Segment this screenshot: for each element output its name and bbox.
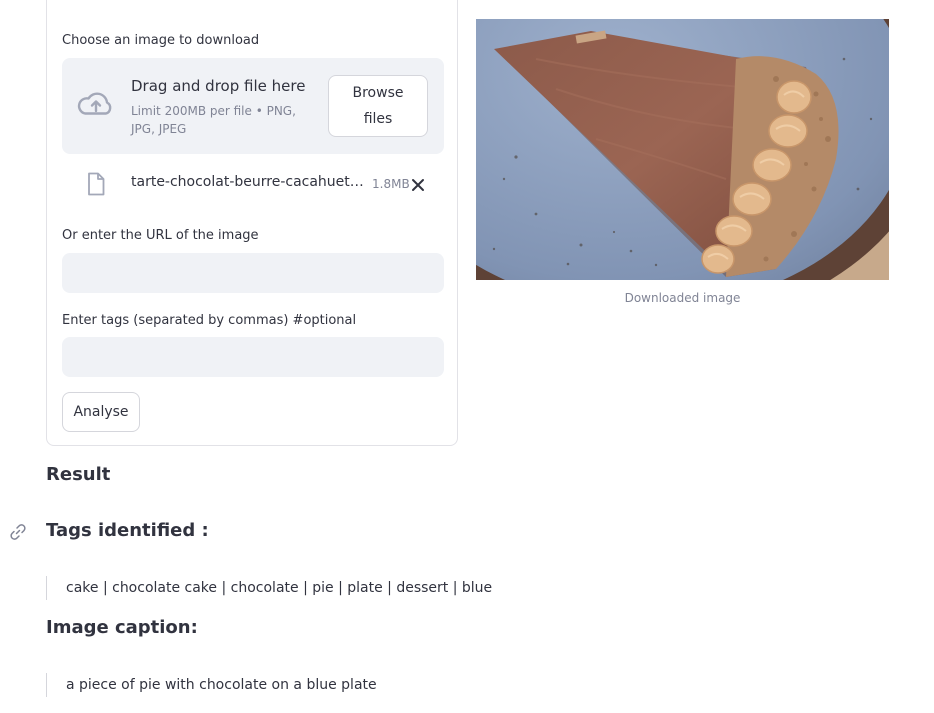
url-label: Or enter the URL of the image xyxy=(62,228,259,243)
uploaded-file-name: tarte-chocolat-beurre-cacahuete-recette.… xyxy=(131,174,367,190)
downloaded-image-graphic xyxy=(476,19,889,280)
link-icon[interactable] xyxy=(9,523,27,541)
file-icon xyxy=(88,172,105,196)
caption-result: a piece of pie with chocolate on a blue … xyxy=(46,673,377,697)
browse-files-button[interactable]: Browse files xyxy=(328,75,428,137)
uploaded-file-row: tarte-chocolat-beurre-cacahuete-recette.… xyxy=(62,164,444,206)
caption-heading: Image caption: xyxy=(46,617,198,638)
url-input[interactable] xyxy=(62,253,444,293)
tags-heading: Tags identified : xyxy=(46,520,209,541)
result-heading: Result xyxy=(46,464,111,485)
file-dropzone[interactable]: Drag and drop file here Limit 200MB per … xyxy=(62,58,444,154)
close-icon[interactable] xyxy=(410,177,426,193)
downloaded-image xyxy=(476,19,889,280)
image-caption: Downloaded image xyxy=(624,291,741,305)
dropzone-limit: Limit 200MB per file • PNG, JPG, JPEG xyxy=(131,104,296,136)
tags-label: Enter tags (separated by commas) #option… xyxy=(62,313,357,328)
analyse-button[interactable]: Analyse xyxy=(62,392,140,432)
dropzone-title: Drag and drop file here xyxy=(131,77,306,95)
uploaded-file-size: 1.8MB xyxy=(372,177,410,191)
upload-label: Choose an image to download xyxy=(62,33,260,48)
cloud-upload-icon xyxy=(77,92,112,115)
tags-result: cake | chocolate cake | chocolate | pie … xyxy=(46,576,492,600)
app-page: Choose an image to download Drag and dro… xyxy=(0,0,934,713)
tags-input[interactable] xyxy=(62,337,444,377)
